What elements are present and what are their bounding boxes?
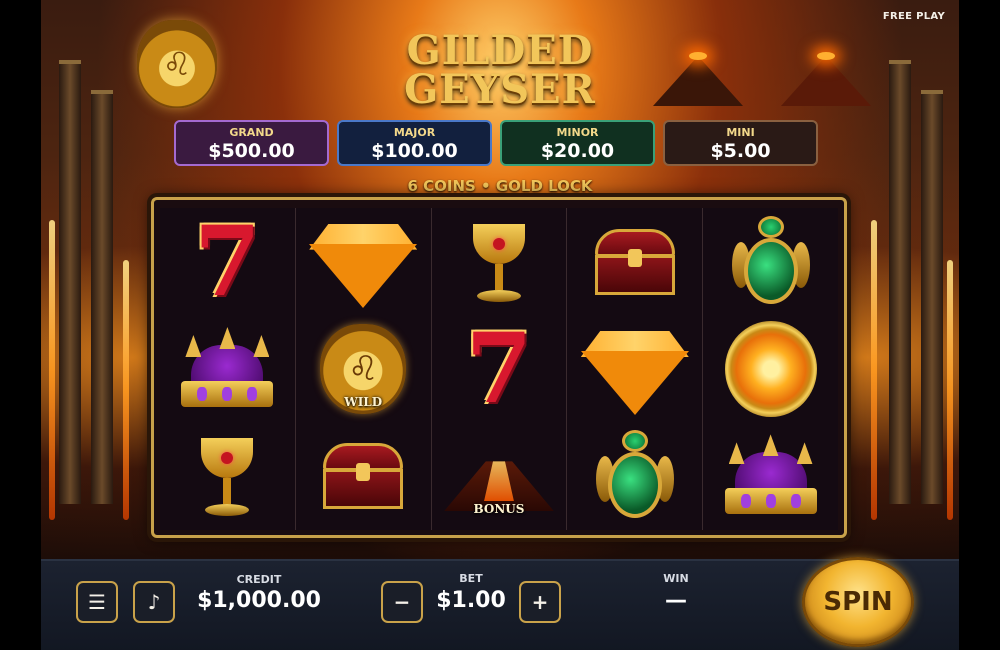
reel-cell (567, 315, 702, 422)
reel-cell: BONUS (432, 423, 567, 530)
reel-cell (703, 208, 838, 315)
reel-grid: 7 ♌ WILD 7 BONUS (160, 208, 838, 530)
jackpot-bar: GRAND $500.00 MAJOR $100.00 MINOR $20.00… (174, 120, 818, 166)
jackpot-label: MAJOR (393, 126, 436, 139)
volcano-bonus-symbol: BONUS (443, 430, 555, 522)
jackpot-value: $500.00 (208, 140, 295, 162)
reel-4 (567, 208, 704, 530)
bet-decrease-button[interactable]: − (381, 581, 423, 623)
jackpot-mini: MINI $5.00 (663, 120, 818, 166)
emerald-scarab-symbol (731, 215, 810, 308)
control-bar: ☰ ♪ CREDIT $1,000.00 − BET $1.00 + WIN —… (41, 557, 959, 650)
reel-cell (296, 423, 431, 530)
bet-label: BET (459, 572, 483, 585)
game-stage: FREE PLAY ♌ GILDED GEYSER GRAND $500.00 … (41, 0, 959, 650)
reels-frame: 7 ♌ WILD 7 BONUS (151, 197, 847, 538)
lava-fall (947, 260, 953, 520)
jackpot-value: $20.00 (540, 140, 615, 162)
reel-cell: ♌ WILD (296, 315, 431, 422)
wild-label: WILD (344, 394, 383, 409)
red-seven-symbol: 7 (193, 204, 261, 318)
jackpot-minor: MINOR $20.00 (500, 120, 655, 166)
reel-cell (567, 208, 702, 315)
reel-cell (432, 208, 567, 315)
reel-cell (703, 423, 838, 530)
spin-button[interactable]: SPIN (802, 557, 914, 647)
jackpot-value: $5.00 (710, 140, 771, 162)
menu-icon: ☰ (88, 590, 106, 614)
right-pillar (921, 90, 943, 504)
free-play-indicator: FREE PLAY (882, 11, 945, 22)
lava-fall (49, 220, 55, 520)
amber-gem-symbol (309, 216, 418, 308)
lion-wild-symbol: ♌ WILD (317, 323, 409, 415)
credit-value: $1,000.00 (197, 588, 321, 613)
amber-gem-symbol (580, 323, 689, 415)
jackpot-grand: GRAND $500.00 (174, 120, 329, 166)
reel-5 (703, 208, 838, 530)
left-pillar (91, 90, 113, 504)
bet-value: $1.00 (436, 588, 506, 613)
music-note-icon: ♪ (147, 590, 161, 614)
win-label: WIN (663, 572, 689, 585)
jackpot-value: $100.00 (371, 140, 458, 162)
red-seven-symbol: 7 (465, 311, 533, 425)
lava-fall (871, 220, 877, 520)
emerald-scarab-symbol (595, 430, 674, 522)
game-title-line2: GEYSER (404, 66, 596, 113)
jackpot-label: MINI (726, 126, 755, 139)
bonus-label: BONUS (473, 502, 525, 517)
purple-crown-symbol (721, 434, 821, 518)
reel-cell (703, 315, 838, 422)
purple-crown-symbol (177, 326, 277, 411)
reel-cell (160, 423, 295, 530)
win-value: — (665, 588, 687, 613)
reel-2: ♌ WILD (295, 208, 432, 530)
left-pillar (59, 60, 81, 504)
jackpot-label: GRAND (229, 126, 274, 139)
credit-label: CREDIT (236, 573, 282, 586)
fire-coin-symbol (724, 320, 817, 417)
gold-chalice-symbol (465, 220, 533, 304)
reel-cell (567, 423, 702, 530)
feature-text: 6 COINS • GOLD LOCK (407, 177, 593, 195)
reel-3: 7 BONUS (431, 208, 568, 530)
reel-1: 7 (160, 208, 296, 530)
jackpot-major: MAJOR $100.00 (337, 120, 492, 166)
reel-cell (160, 315, 295, 422)
reel-cell: 7 (432, 315, 567, 422)
jackpot-label: MINOR (556, 126, 599, 139)
bet-increase-button[interactable]: + (519, 581, 561, 623)
treasure-chest-symbol (594, 228, 675, 295)
gold-chalice-symbol (193, 434, 261, 518)
menu-button[interactable]: ☰ (76, 581, 118, 623)
lava-fall (123, 260, 129, 520)
sound-button[interactable]: ♪ (133, 581, 175, 623)
right-pillar (889, 60, 911, 504)
reel-cell (296, 208, 431, 315)
reel-cell: 7 (160, 208, 295, 315)
treasure-chest-symbol (323, 443, 404, 510)
